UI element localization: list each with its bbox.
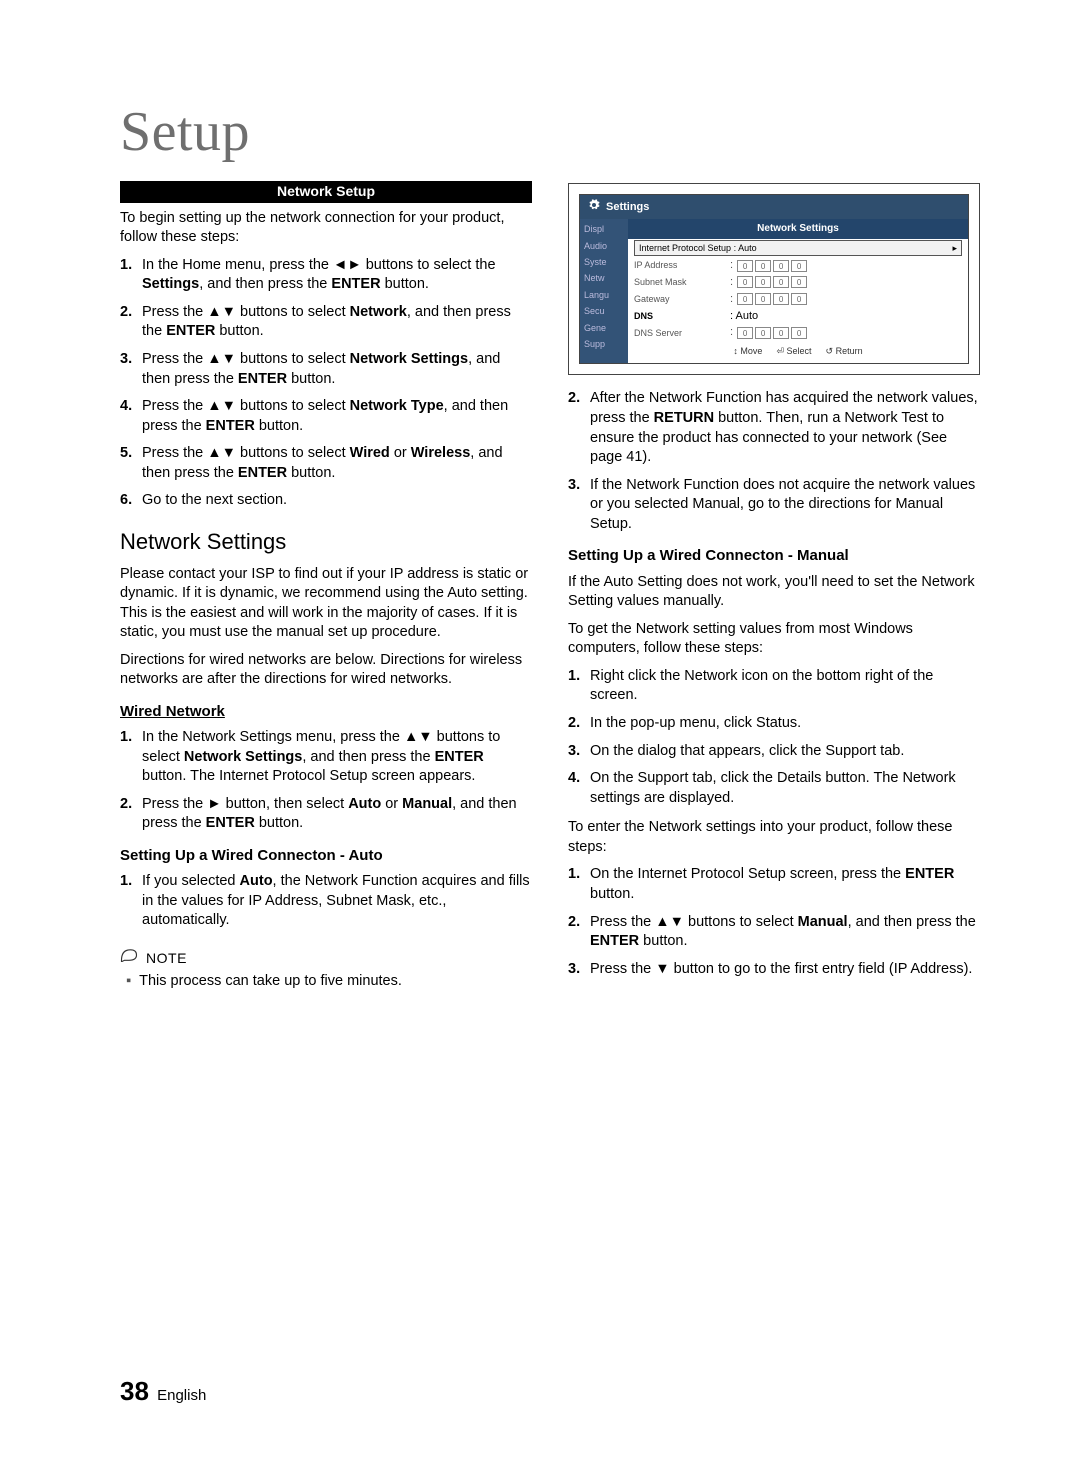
step-2: Press the ▲▼ buttons to select Network, … [120, 303, 532, 342]
step-1: In the Home menu, press the ◄► buttons t… [120, 256, 532, 295]
page-number: 38 [120, 1376, 149, 1406]
wired-auto-heading: Setting Up a Wired Connecton - Auto [120, 846, 532, 866]
note-icon [120, 948, 138, 969]
side-tab: Netw [580, 270, 628, 286]
manual-p1: If the Auto Setting does not work, you'l… [568, 573, 980, 612]
wired-network-heading: Wired Network [120, 702, 532, 722]
note-block: NOTE This process can take up to five mi… [120, 949, 532, 991]
ns-paragraph-2: Directions for wired networks are below.… [120, 651, 532, 690]
step-5: Press the ▲▼ buttons to select Wired or … [120, 444, 532, 483]
row-dns: DNS : Auto [628, 308, 968, 325]
side-tab: Gene [580, 320, 628, 336]
m-step-4: On the Support tab, click the Details bu… [568, 769, 980, 808]
updown-icon: ↕ [733, 346, 738, 356]
left-right-icon: ◄► [333, 257, 362, 273]
m-step-1: Right click the Network icon on the bott… [568, 667, 980, 706]
n-step-1: On the Internet Protocol Setup screen, p… [568, 865, 980, 904]
n-step-3: Press the ▼ button to go to the first en… [568, 960, 980, 980]
ns-paragraph-1: Please contact your ISP to find out if y… [120, 565, 532, 643]
up-down-icon: ▲▼ [207, 398, 236, 414]
manual-p3: To enter the Network settings into your … [568, 818, 980, 857]
page-footer: 38 English [120, 1374, 206, 1409]
auto-step-1: If you selected Auto, the Network Functi… [120, 872, 532, 931]
side-tab: Syste [580, 254, 628, 270]
row-ip: IP Address: 0 0 0 0 [628, 257, 968, 274]
after-panel-steps: After the Network Function has acquired … [568, 389, 980, 534]
gear-icon [588, 199, 600, 216]
up-down-icon: ▲▼ [207, 304, 236, 320]
panel-title: Settings [606, 200, 649, 215]
setup-steps: In the Home menu, press the ◄► buttons t… [120, 256, 532, 511]
side-tab: Audio [580, 238, 628, 254]
row-subnet: Subnet Mask: 0 0 0 0 [628, 274, 968, 291]
page-language: English [157, 1387, 206, 1404]
dialog-footer: ↕ Move ⏎ Select ↺ Return [628, 341, 968, 357]
up-down-icon: ▲▼ [207, 445, 236, 461]
step-4: Press the ▲▼ buttons to select Network T… [120, 397, 532, 436]
down-icon: ▼ [655, 961, 669, 977]
intro-text: To begin setting up the network connecti… [120, 209, 532, 248]
n-step-2: Press the ▲▼ buttons to select Manual, a… [568, 913, 980, 952]
panel-title-bar: Settings [580, 195, 968, 220]
section-bar: Network Setup [120, 181, 532, 203]
note-text: This process can take up to five minutes… [144, 972, 532, 992]
m-step-3: On the dialog that appears, click the Su… [568, 742, 980, 762]
dialog: Network Settings Internet Protocol Setup… [628, 219, 968, 363]
manual-p2: To get the Network setting values from m… [568, 620, 980, 659]
step-6: Go to the next section. [120, 491, 532, 511]
up-down-icon: ▲▼ [404, 729, 433, 745]
after-step-2: After the Network Function has acquired … [568, 389, 980, 467]
page-title: Setup [120, 95, 980, 171]
row-gateway: Gateway: 0 0 0 0 [628, 291, 968, 308]
side-tab: Displ [580, 221, 628, 237]
right-column: Settings Displ Audio Syste Netw Langu Se… [568, 181, 980, 992]
side-tab: Langu [580, 287, 628, 303]
note-label: NOTE [146, 950, 187, 966]
up-down-icon: ▲▼ [207, 351, 236, 367]
manual-steps-b: On the Internet Protocol Setup screen, p… [568, 865, 980, 979]
return-icon: ↺ [826, 346, 834, 356]
side-tab: Secu [580, 303, 628, 319]
after-step-3: If the Network Function does not acquire… [568, 476, 980, 535]
row-dns-server: DNS Server: 0 0 0 0 [628, 324, 968, 341]
up-down-icon: ▲▼ [655, 914, 684, 930]
right-icon: ► [207, 796, 221, 812]
network-settings-heading: Network Settings [120, 527, 532, 557]
settings-panel-illustration: Settings Displ Audio Syste Netw Langu Se… [568, 183, 980, 376]
side-tabs: Displ Audio Syste Netw Langu Secu Gene S… [580, 219, 628, 363]
step-3: Press the ▲▼ buttons to select Network S… [120, 350, 532, 389]
enter-icon: ⏎ [776, 346, 784, 356]
manual-steps-a: Right click the Network icon on the bott… [568, 667, 980, 808]
wired-step-2: Press the ► button, then select Auto or … [120, 795, 532, 834]
wired-manual-heading: Setting Up a Wired Connecton - Manual [568, 546, 980, 566]
chevron-right-icon: ▸ [952, 242, 957, 254]
section-bar-label: Network Setup [277, 182, 375, 201]
auto-steps: If you selected Auto, the Network Functi… [120, 872, 532, 931]
wired-steps: In the Network Settings menu, press the … [120, 728, 532, 834]
left-column: Network Setup To begin setting up the ne… [120, 181, 532, 992]
side-tab: Supp [580, 336, 628, 352]
ip-protocol-setup: Internet Protocol Setup : Auto ▸ [634, 240, 962, 256]
wired-step-1: In the Network Settings menu, press the … [120, 728, 532, 787]
dialog-title: Network Settings [628, 219, 968, 239]
m-step-2: In the pop-up menu, click Status. [568, 714, 980, 734]
